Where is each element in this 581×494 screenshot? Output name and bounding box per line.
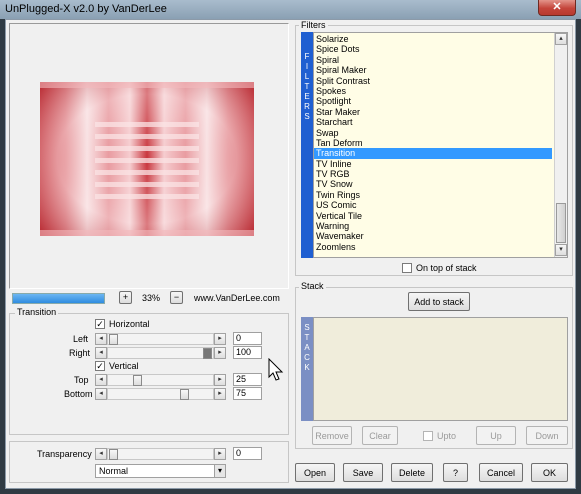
left-arrow-icon[interactable]: ◂ (95, 388, 107, 400)
mouse-cursor-icon (268, 358, 284, 381)
down-button[interactable]: Down (526, 426, 568, 445)
upto-checkbox[interactable] (423, 431, 433, 441)
left-arrow-icon[interactable]: ◂ (95, 374, 107, 386)
clear-button[interactable]: Clear (362, 426, 398, 445)
zoom-value: 33% (142, 293, 161, 303)
top-slider[interactable] (107, 374, 214, 386)
preview-frame (9, 23, 289, 289)
left-arrow-icon[interactable]: ◂ (95, 347, 107, 359)
add-to-stack-button[interactable]: Add to stack (408, 292, 470, 311)
scroll-up-icon[interactable]: ▴ (555, 33, 567, 45)
on-top-of-stack-checkbox[interactable] (402, 263, 412, 273)
on-top-of-stack-label: On top of stack (416, 263, 477, 273)
filter-list-item[interactable]: Spice Dots (314, 44, 552, 54)
filter-list-item[interactable]: Warning (314, 221, 552, 231)
stack-side-label: STACK (304, 323, 310, 372)
left-arrow-icon[interactable]: ◂ (95, 333, 107, 345)
delete-button[interactable]: Delete (391, 463, 433, 482)
right-arrow-icon[interactable]: ▸ (214, 388, 226, 400)
right-arrow-icon[interactable]: ▸ (214, 374, 226, 386)
filters-side-label: FILTERS (304, 52, 310, 121)
vertical-checkbox[interactable]: ✓ (95, 361, 105, 371)
up-button[interactable]: Up (476, 426, 516, 445)
stack-list[interactable] (313, 317, 568, 421)
filter-list-item[interactable]: Spiral (314, 55, 552, 65)
dialog-client: + 33% − www.VanDerLee.com Transition ✓ H… (5, 19, 576, 489)
open-button[interactable]: Open (295, 463, 335, 482)
progress-bar (12, 293, 105, 304)
filter-list-item[interactable]: Vertical Tile (314, 211, 552, 221)
transparency-label: Transparency (37, 449, 92, 459)
blend-mode-value: Normal (99, 466, 129, 476)
right-arrow-icon[interactable]: ▸ (214, 448, 226, 460)
stack-side-bar: STACK (301, 317, 313, 421)
zoom-out-button[interactable]: − (170, 291, 183, 304)
top-slider-thumb[interactable] (133, 375, 142, 386)
filter-list-item[interactable]: Tan Deform (314, 138, 552, 148)
filter-list-scrollbar[interactable]: ▴ ▾ (554, 33, 567, 257)
left-value-field[interactable]: 0 (233, 332, 262, 345)
filter-list-item[interactable]: Spiral Maker (314, 65, 552, 75)
left-arrow-icon[interactable]: ◂ (95, 448, 107, 460)
filter-list-item[interactable]: Spokes (314, 86, 552, 96)
transparency-slider-thumb[interactable] (109, 449, 118, 460)
filter-list-box: Solarize Spice Dots Spiral Spiral Maker Spli… (313, 32, 568, 258)
scroll-down-icon[interactable]: ▾ (555, 244, 567, 256)
filter-list-item[interactable]: Twin Rings (314, 190, 552, 200)
right-arrow-icon[interactable]: ▸ (214, 347, 226, 359)
left-label: Left (73, 334, 89, 344)
filters-group-label: Filters (299, 20, 328, 30)
help-button[interactable]: ? (443, 463, 468, 482)
window-title: UnPlugged-X v2.0 by VanDerLee (5, 3, 167, 15)
horizontal-checkbox[interactable]: ✓ (95, 319, 105, 329)
filter-list-item[interactable]: TV Inline (314, 159, 552, 169)
filter-list-item[interactable]: Wavemaker (314, 231, 552, 241)
title-bar: UnPlugged-X v2.0 by VanDerLee ✕ (0, 0, 581, 19)
left-slider[interactable] (107, 333, 214, 345)
transparency-value-field[interactable]: 0 (233, 447, 262, 460)
stack-group-label: Stack (299, 281, 326, 291)
top-value-field[interactable]: 25 (233, 373, 262, 386)
right-label: Right (69, 348, 91, 358)
transition-group-label: Transition (15, 307, 59, 317)
filter-list-item[interactable]: Star Maker (314, 107, 552, 117)
filters-side-bar: FILTERS (301, 32, 313, 258)
filter-list-scroll-thumb[interactable] (556, 203, 566, 243)
right-slider[interactable] (107, 347, 214, 359)
bottom-value-field[interactable]: 75 (233, 387, 262, 400)
top-label: Top (74, 375, 89, 385)
filter-list-item[interactable]: Solarize (314, 34, 552, 44)
filter-list-item[interactable]: Split Contrast (314, 76, 552, 86)
filter-list-item[interactable]: US Comic (314, 200, 552, 210)
right-value-field[interactable]: 100 (233, 346, 262, 359)
right-slider-thumb[interactable] (203, 348, 212, 359)
horizontal-label: Horizontal (109, 319, 150, 329)
chevron-down-icon[interactable]: ▾ (214, 465, 225, 477)
filter-list-item[interactable]: Spotlight (314, 96, 552, 106)
filter-list-item[interactable]: Swap (314, 128, 552, 138)
bottom-slider-thumb[interactable] (180, 389, 189, 400)
remove-button[interactable]: Remove (312, 426, 352, 445)
filter-list-item[interactable]: Starchart (314, 117, 552, 127)
filter-list-item[interactable]: TV Snow (314, 179, 552, 189)
left-slider-thumb[interactable] (109, 334, 118, 345)
filter-list-item[interactable]: Zoomlens (314, 242, 552, 252)
save-button[interactable]: Save (343, 463, 383, 482)
cancel-button[interactable]: Cancel (479, 463, 523, 482)
filter-list-item[interactable]: Transition (314, 148, 552, 159)
bottom-slider[interactable] (107, 388, 214, 400)
filter-list[interactable]: Solarize Spice Dots Spiral Spiral Maker Spli… (314, 34, 552, 252)
right-arrow-icon[interactable]: ▸ (214, 333, 226, 345)
bottom-label: Bottom (64, 389, 93, 399)
vertical-label: Vertical (109, 361, 139, 371)
blend-mode-select[interactable]: Normal ▾ (95, 464, 226, 478)
website-link[interactable]: www.VanDerLee.com (194, 293, 280, 303)
ok-button[interactable]: OK (531, 463, 568, 482)
filter-list-item[interactable]: TV RGB (314, 169, 552, 179)
close-button[interactable]: ✕ (538, 0, 576, 16)
upto-label: Upto (437, 431, 457, 441)
zoom-in-button[interactable]: + (119, 291, 132, 304)
preview-image[interactable] (40, 82, 254, 236)
transparency-slider[interactable] (107, 448, 214, 460)
